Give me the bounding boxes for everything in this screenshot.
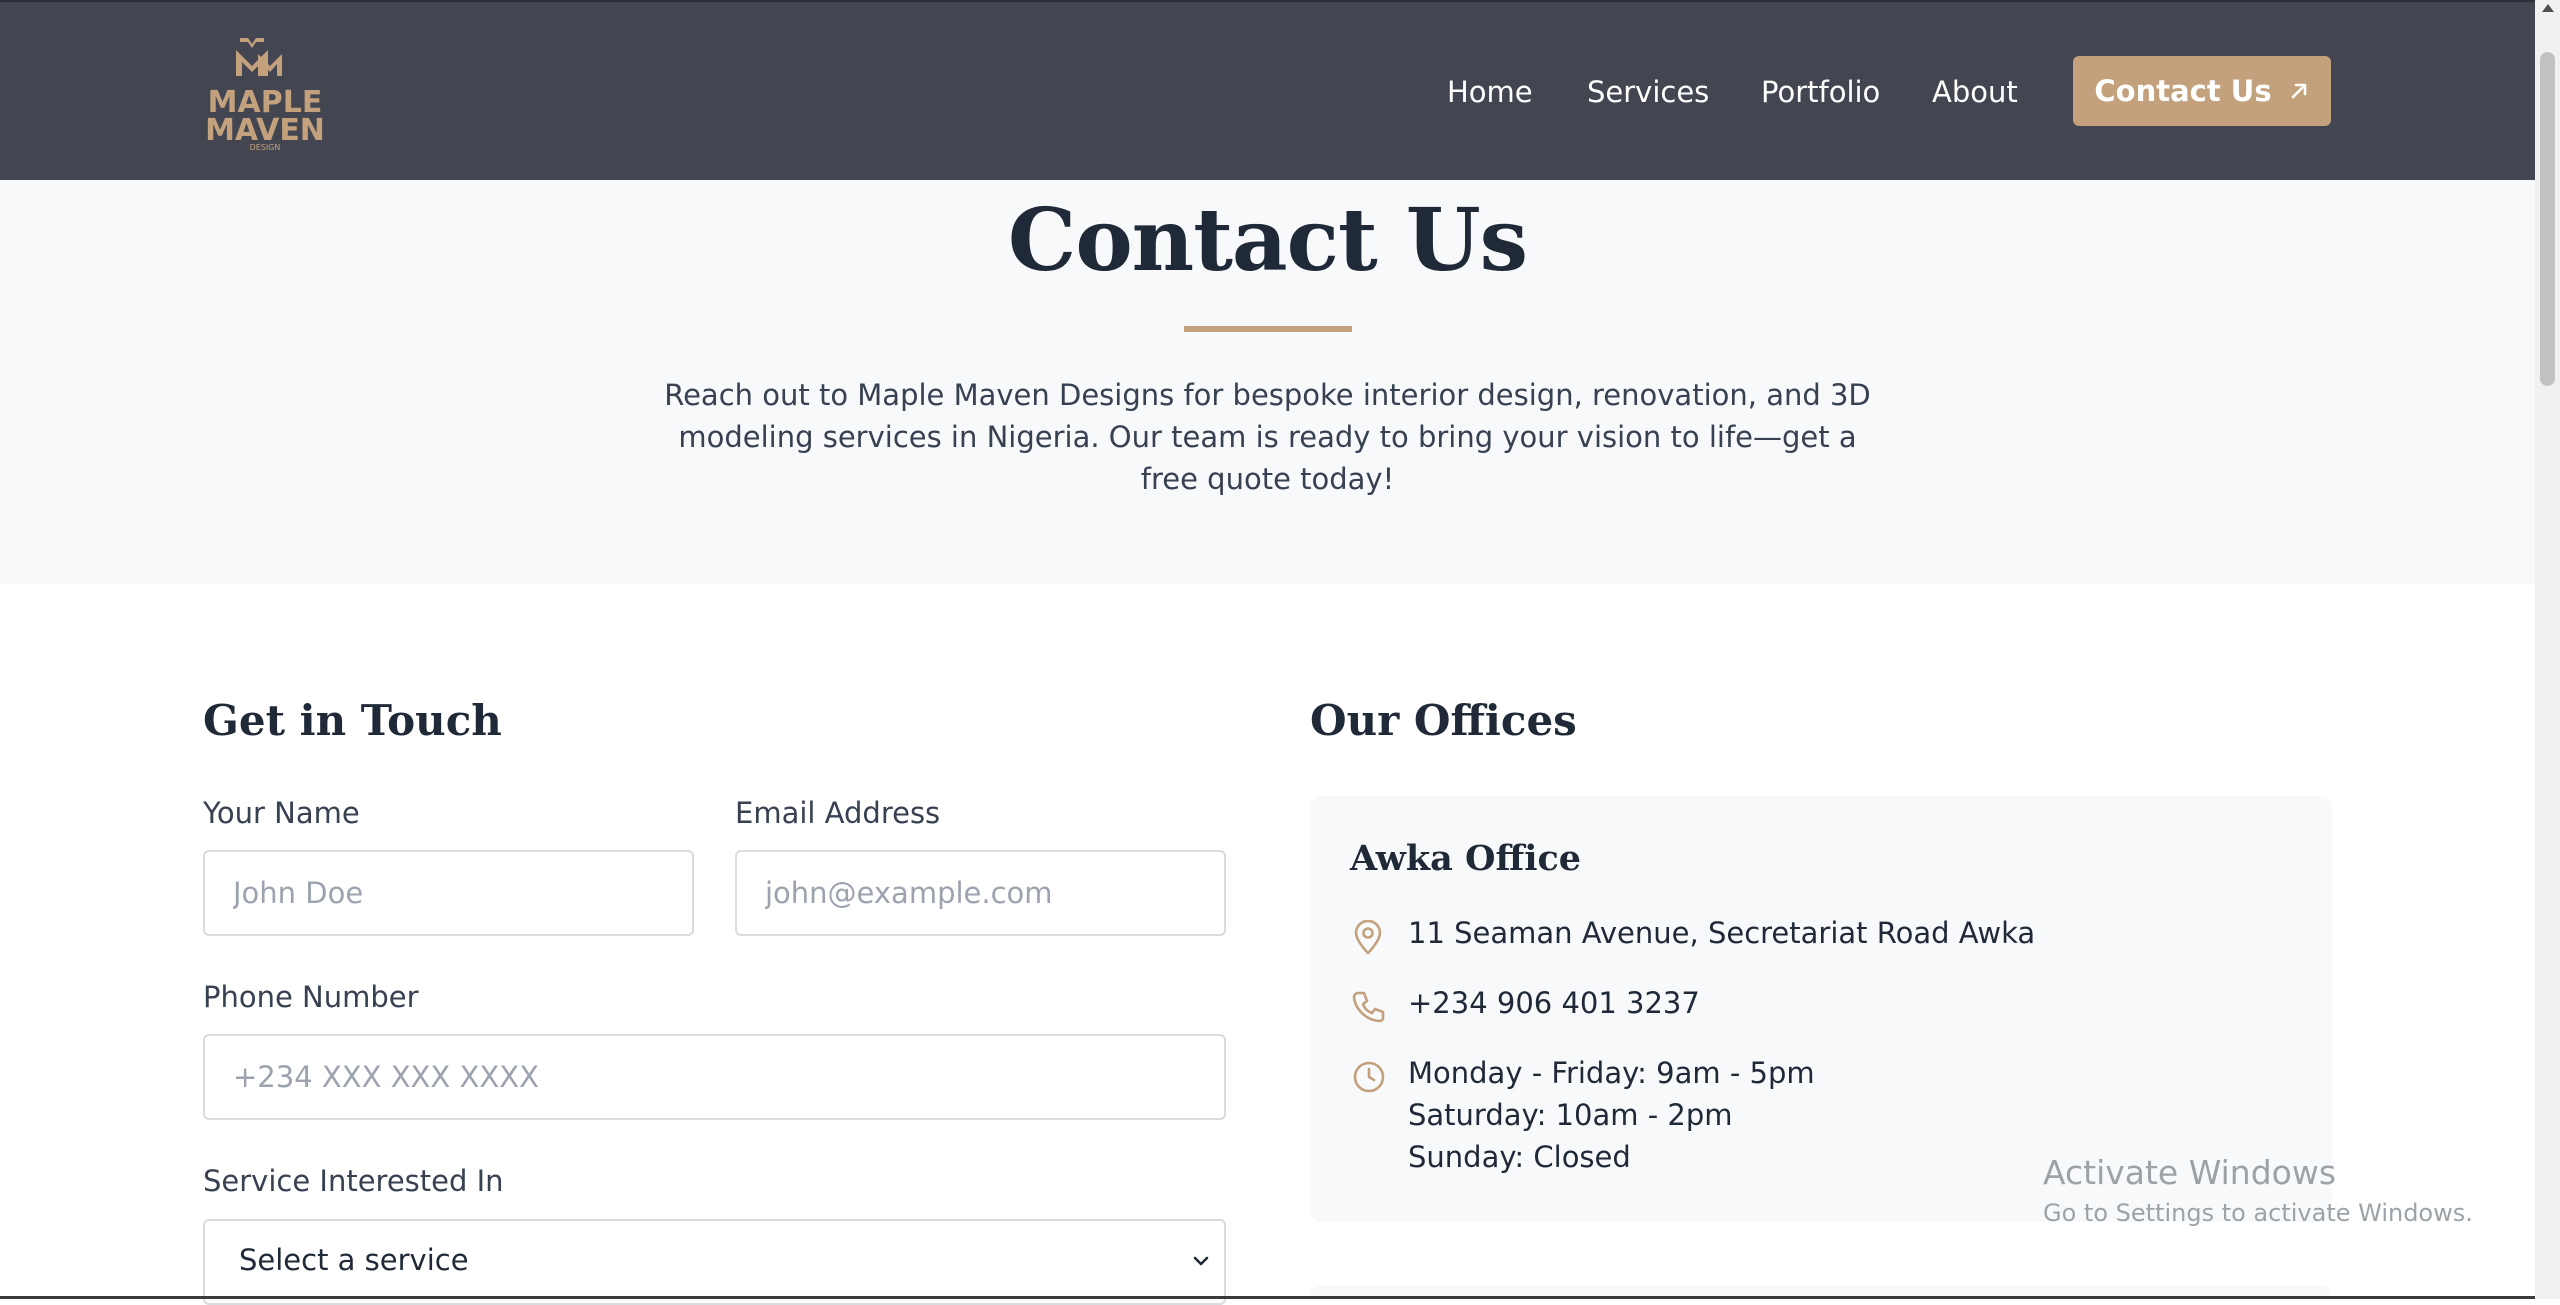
site-header: MAPLE MAVEN DESIGN Home Services Portfol… — [0, 2, 2535, 180]
office-hours-saturday: Saturday: 10am - 2pm — [1408, 1098, 1733, 1132]
activate-windows-subtitle: Go to Settings to activate Windows. — [2043, 1199, 2473, 1227]
maple-maven-logo-icon: MAPLE MAVEN DESIGN — [205, 38, 325, 152]
contact-us-button[interactable]: Contact Us — [2073, 56, 2331, 126]
form-heading: Get in Touch — [203, 696, 502, 745]
phone-input[interactable] — [203, 1034, 1226, 1120]
name-input[interactable] — [203, 850, 694, 936]
email-input[interactable] — [735, 850, 1226, 936]
nav-portfolio[interactable]: Portfolio — [1761, 70, 1880, 114]
chevron-down-icon — [1193, 1256, 1209, 1266]
scrollbar-thumb[interactable] — [2540, 52, 2555, 386]
service-label: Service Interested In — [203, 1164, 504, 1198]
clock-icon — [1353, 1061, 1385, 1093]
phone-label: Phone Number — [203, 980, 419, 1014]
scroll-up-arrow-icon[interactable] — [2542, 4, 2554, 12]
service-select-value: Select a service — [239, 1243, 469, 1277]
name-label: Your Name — [203, 796, 360, 830]
hero-description: Reach out to Maple Maven Designs for bes… — [664, 378, 1871, 496]
email-label: Email Address — [735, 796, 941, 830]
activate-windows-title: Activate Windows — [2043, 1153, 2337, 1192]
office-phone: +234 906 401 3237 — [1408, 986, 1700, 1020]
hero-section: Contact Us Reach out to Maple Maven Desi… — [0, 180, 2535, 584]
office-name: Awka Office — [1350, 838, 1582, 879]
page-scrollbar[interactable] — [2535, 0, 2560, 1299]
office-hours-weekday: Monday - Friday: 9am - 5pm — [1408, 1056, 1815, 1090]
arrow-up-right-icon — [2291, 83, 2306, 99]
phone-icon — [1352, 991, 1385, 1023]
nav-services[interactable]: Services — [1587, 70, 1709, 114]
service-select[interactable]: Select a service — [203, 1219, 1226, 1305]
office-hours-sunday: Sunday: Closed — [1408, 1140, 1631, 1174]
map-pin-icon — [1354, 920, 1382, 955]
contact-us-button-label: Contact Us — [2094, 74, 2272, 108]
title-underline — [1184, 326, 1352, 332]
offices-heading: Our Offices — [1310, 696, 1577, 745]
nav-about[interactable]: About — [1932, 70, 2018, 114]
brand-logo[interactable]: MAPLE MAVEN DESIGN — [200, 32, 330, 152]
svg-text:DESIGN: DESIGN — [250, 143, 281, 152]
page-title: Contact Us — [1007, 190, 1528, 291]
office-address: 11 Seaman Avenue, Secretariat Road Awka — [1408, 916, 2036, 950]
nav-home[interactable]: Home — [1447, 70, 1533, 114]
